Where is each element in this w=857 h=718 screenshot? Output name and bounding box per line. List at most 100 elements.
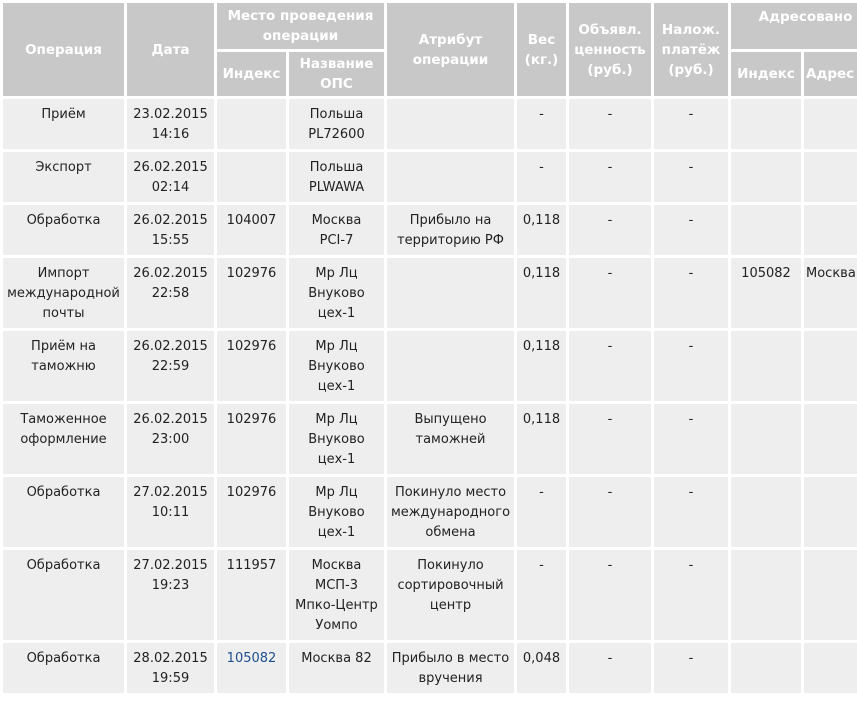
cell-place-name: Мр Лц Внуково цех-1 — [286, 401, 387, 477]
cell-attribute — [384, 149, 517, 205]
cell-operation: Обработка — [0, 474, 127, 550]
cell-weight: 0,118 — [514, 255, 569, 331]
cell-operation: Обработка — [0, 640, 127, 696]
cell-cod: - — [651, 255, 731, 331]
cell-attribute — [384, 255, 517, 331]
header-addr-address: Адрес — [800, 49, 857, 99]
header-place: Место проведения операции — [214, 0, 387, 52]
cell-date: 26.02.2015 15:55 — [124, 202, 217, 258]
cell-declared-value: - — [566, 202, 654, 258]
cell-place-index: 104007 — [214, 202, 289, 258]
cell-addr-address — [800, 202, 857, 258]
cell-declared-value: - — [566, 547, 654, 643]
cell-place-name: Москва PCI-7 — [286, 202, 387, 258]
cell-attribute: Покинуло сортировочный центр — [384, 547, 517, 643]
cell-cod: - — [651, 401, 731, 477]
cell-cod: - — [651, 149, 731, 205]
cell-place-index — [214, 149, 289, 205]
cell-addr-address — [800, 474, 857, 550]
cell-weight: 0,118 — [514, 202, 569, 258]
cell-cod: - — [651, 96, 731, 152]
cell-date: 27.02.2015 10:11 — [124, 474, 217, 550]
cell-weight: 0,048 — [514, 640, 569, 696]
cell-addr-address: Москва — [800, 255, 857, 331]
cell-attribute: Выпущено таможней — [384, 401, 517, 477]
cell-place-index: 102976 — [214, 474, 289, 550]
cell-addr-index — [728, 401, 804, 477]
cell-addr-index — [728, 328, 804, 404]
cell-weight: 0,118 — [514, 328, 569, 404]
cell-attribute — [384, 328, 517, 404]
cell-declared-value: - — [566, 474, 654, 550]
cell-addr-address — [800, 96, 857, 152]
cell-date: 26.02.2015 22:58 — [124, 255, 217, 331]
cell-weight: - — [514, 547, 569, 643]
cell-addr-index — [728, 202, 804, 258]
table-row: Обработка 27.02.2015 19:23 111957 Москва МС… — [0, 547, 857, 643]
cell-place-index: 111957 — [214, 547, 289, 643]
cell-addr-address — [800, 328, 857, 404]
header-place-name: Название ОПС — [286, 49, 387, 99]
table-row: Обработка 28.02.2015 19:59 105082 Москва 82… — [0, 640, 857, 696]
header-attribute: Атрибут операции — [384, 0, 517, 99]
cell-date: 26.02.2015 23:00 — [124, 401, 217, 477]
cell-addr-address — [800, 547, 857, 643]
cell-place-name: Москва 82 — [286, 640, 387, 696]
cell-addr-index — [728, 474, 804, 550]
header-weight: Вес (кг.) — [514, 0, 569, 99]
table-row: Импорт международной почты 26.02.2015 22:… — [0, 255, 857, 331]
cell-place-name: Москва МСП-3 Мпко-Центр Уомпо — [286, 547, 387, 643]
cell-weight: - — [514, 96, 569, 152]
cell-cod: - — [651, 547, 731, 643]
header-place-index: Индекс — [214, 49, 289, 99]
cell-place-name: Мр Лц Внуково цех-1 — [286, 255, 387, 331]
table-row: Приём 23.02.2015 14:16 Польша PL72600- - - — [0, 96, 857, 152]
cell-attribute — [384, 96, 517, 152]
cell-weight: - — [514, 474, 569, 550]
table-row: Обработка 26.02.2015 15:55 104007 Москва PC… — [0, 202, 857, 258]
cell-addr-index: 105082 — [728, 255, 804, 331]
cell-operation: Приём на таможню — [0, 328, 127, 404]
cell-place-name: Мр Лц Внуково цех-1 — [286, 474, 387, 550]
cell-place-index: 102976 — [214, 255, 289, 331]
header-addressed: Адресовано — [727, 0, 857, 52]
cell-date: 28.02.2015 19:59 — [124, 640, 217, 696]
cell-place-name: Польша PL72600 — [286, 96, 387, 152]
table-row: Экспорт 26.02.2015 02:14 Польша PLWAWA - - - — [0, 149, 857, 205]
cell-declared-value: - — [566, 149, 654, 205]
cell-addr-address — [800, 401, 857, 477]
cell-addr-index — [728, 96, 804, 152]
table-row: Таможенное оформление 26.02.2015 23:00 102… — [0, 401, 857, 477]
cell-addr-index — [728, 149, 804, 205]
cell-declared-value: - — [566, 401, 654, 477]
cell-place-index: 102976 — [214, 328, 289, 404]
header-operation: Операция — [0, 0, 127, 99]
cell-attribute: Прибыло в место вручения — [384, 640, 517, 696]
cell-place-index: 102976 — [214, 401, 289, 477]
cell-date: 26.02.2015 22:59 — [124, 328, 217, 404]
cell-cod: - — [651, 474, 731, 550]
cell-attribute: Прибыло на территорию РФ — [384, 202, 517, 258]
cell-declared-value: - — [566, 96, 654, 152]
cell-declared-value: - — [566, 640, 654, 696]
cell-operation: Обработка — [0, 547, 127, 643]
postal-index-link[interactable]: 105082 — [214, 640, 289, 696]
cell-weight: 0,118 — [514, 401, 569, 477]
cell-operation: Приём — [0, 96, 127, 152]
cell-addr-address — [800, 640, 857, 696]
cell-attribute: Покинуло место международного обмена — [384, 474, 517, 550]
tracking-table: Операция Дата Место проведения операции … — [0, 0, 857, 696]
cell-addr-index — [728, 640, 804, 696]
cell-addr-index — [728, 547, 804, 643]
cell-cod: - — [651, 202, 731, 258]
table-row: Приём на таможню 26.02.2015 22:59 102976 Мр… — [0, 328, 857, 404]
cell-operation: Обработка — [0, 202, 127, 258]
cell-date: 27.02.2015 19:23 — [124, 547, 217, 643]
cell-weight: - — [514, 149, 569, 205]
cell-date: 26.02.2015 02:14 — [124, 149, 217, 205]
cell-place-name: Мр Лц Внуково цех-1 — [286, 328, 387, 404]
cell-cod: - — [651, 640, 731, 696]
header-cod: Налож. платёж (руб.) — [651, 0, 731, 99]
cell-place-name: Польша PLWAWA — [286, 149, 387, 205]
header-declared-value: Объявл. ценность (руб.) — [566, 0, 654, 99]
